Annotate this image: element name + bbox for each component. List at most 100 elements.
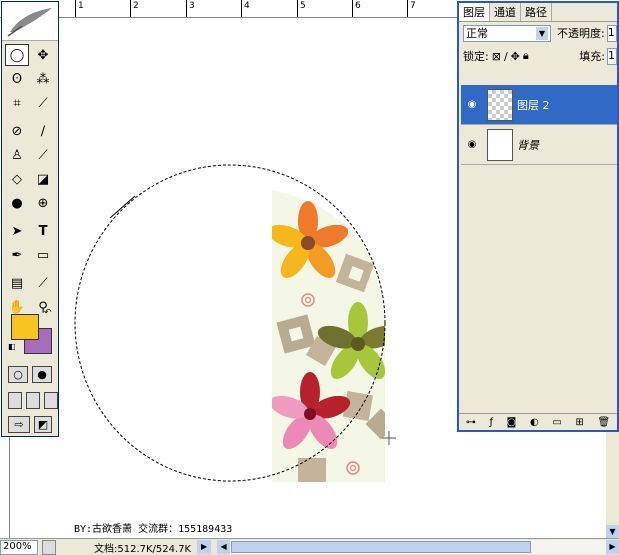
ruler-label: 1 <box>78 1 84 11</box>
eraser-icon[interactable]: ◇ <box>5 168 29 190</box>
dodge-icon[interactable]: ⊕ <box>31 192 55 214</box>
lock-all-icon[interactable]: 🔒︎ <box>523 49 529 63</box>
ruler-label: 4 <box>244 1 250 11</box>
ruler-label: 3 <box>189 1 195 11</box>
mask-mode-buttons: ○ ● <box>8 366 52 383</box>
screen-mode-buttons <box>8 392 58 409</box>
fill-label: 填充: <box>579 50 605 63</box>
panel-tabs: 图层 通道 路径 <box>459 3 617 22</box>
blend-mode-value: 正常 <box>466 27 488 40</box>
adjustment-layer-icon[interactable]: ◐ <box>530 417 539 428</box>
jump-buttons: ⇨ ◩ <box>8 416 52 433</box>
clone-stamp-icon[interactable]: ♙ <box>5 144 29 166</box>
rectangle-icon[interactable]: ▭ <box>31 244 55 266</box>
scroll-right-icon[interactable]: ▶ <box>606 540 619 554</box>
paint-bucket-icon[interactable]: ◪ <box>31 168 55 190</box>
default-colors-icon[interactable]: ◧ <box>8 342 16 351</box>
tab-channels[interactable]: 通道 <box>490 3 521 21</box>
new-layer-icon[interactable]: ⊞ <box>575 417 583 428</box>
lock-position-icon[interactable]: ✥ <box>511 50 520 63</box>
layer-style-icon[interactable]: ƒ <box>489 417 493 428</box>
tool-grid: ◯ ✥ ʘ ⁂ ⌗ ⟋ ⊘ ∕ ♙ ⟋ ◇ ◪ ● ⊕ ➤ T ✒ ▭ ▤ ⟋ … <box>5 44 57 320</box>
ruler-tick <box>186 0 187 17</box>
brush-icon[interactable]: ∕ <box>31 120 55 142</box>
scroll-down-icon[interactable]: ▼ <box>606 525 619 538</box>
history-brush-icon[interactable]: ⟋ <box>31 144 55 166</box>
credit-text: BY:古欲香萧 交流群：155189433 <box>74 524 233 535</box>
layers-panel: 图层 通道 路径 正常 ▼ 不透明度: 1 锁定: ⊠ ∕ ✥ 🔒︎ 填充: 1… <box>457 1 619 432</box>
ruler-tick <box>352 0 353 17</box>
type-icon[interactable]: T <box>31 220 55 242</box>
move-icon[interactable]: ✥ <box>31 44 55 66</box>
layer-row[interactable]: ◉ 图层 2 <box>461 85 617 125</box>
screen-mode-standard-button[interactable] <box>8 392 22 409</box>
screen-mode-full-menu-button[interactable] <box>26 392 40 409</box>
magic-wand-icon[interactable]: ⁂ <box>31 68 55 90</box>
status-bar: 200% 文档:512.7K/524.7K ▶ ◀ ▶ <box>0 538 619 555</box>
path-select-icon[interactable]: ➤ <box>5 220 29 242</box>
jump-extra-button[interactable]: ◩ <box>34 416 52 433</box>
layer-thumbnail <box>487 128 513 161</box>
lock-transparency-icon[interactable]: ⊠ <box>492 50 501 63</box>
link-layers-icon[interactable]: ⊶ <box>466 417 476 428</box>
blend-row: 正常 ▼ 不透明度: 1 <box>463 23 617 43</box>
crop-icon[interactable]: ⌗ <box>5 92 29 114</box>
chevron-down-icon: ▼ <box>536 26 548 40</box>
document-size-info: 文档:512.7K/524.7K <box>94 543 192 555</box>
ruler-tick <box>241 0 242 17</box>
new-group-icon[interactable]: ▭ <box>552 417 561 428</box>
lock-image-icon[interactable]: ∕ <box>504 50 508 63</box>
slice-icon[interactable]: ⟋ <box>31 92 55 114</box>
delete-layer-icon[interactable]: 🗑︎ <box>597 417 610 428</box>
horizontal-scrollbar[interactable]: ◀ ▶ <box>217 540 619 554</box>
layer-list: ◉ 图层 2 ◉ 背景 <box>461 85 617 165</box>
opacity-input[interactable]: 1 <box>606 24 617 42</box>
ruler-tick <box>75 0 76 17</box>
jump-to-imageready-button[interactable]: ⇨ <box>8 416 30 433</box>
toolbox-header[interactable] <box>2 2 58 41</box>
ruler-label: 7 <box>410 1 416 11</box>
eyedropper-icon[interactable]: ⟋ <box>31 272 55 294</box>
scroll-left-icon[interactable]: ◀ <box>217 540 231 554</box>
notes-icon[interactable]: ▤ <box>5 272 29 294</box>
layer-row[interactable]: ◉ 背景 <box>461 125 617 165</box>
lock-row: 锁定: ⊠ ∕ ✥ 🔒︎ 填充: 1 <box>463 47 617 65</box>
fill-input[interactable]: 1 <box>607 47 617 65</box>
ruler-label: 6 <box>355 1 361 11</box>
opacity-label: 不透明度: <box>557 27 605 40</box>
quick-mask-button[interactable]: ● <box>32 366 52 383</box>
eye-icon[interactable]: ◉ <box>461 139 483 150</box>
healing-brush-icon[interactable]: ⊘ <box>5 120 29 142</box>
ruler-label: 5 <box>300 1 306 11</box>
screen-mode-full-button[interactable] <box>44 392 58 409</box>
layer-thumbnail <box>487 88 513 121</box>
tools-palette: ◯ ✥ ʘ ⁂ ⌗ ⟋ ⊘ ∕ ♙ ⟋ ◇ ◪ ● ⊕ ➤ T ✒ ▭ ▤ ⟋ … <box>1 1 59 437</box>
pen-icon[interactable]: ✒ <box>5 244 29 266</box>
blend-mode-select[interactable]: 正常 ▼ <box>463 24 551 42</box>
feather-logo-icon <box>7 8 52 37</box>
ruler-tick <box>297 0 298 17</box>
zoom-menu-button[interactable] <box>42 539 56 555</box>
tab-paths[interactable]: 路径 <box>521 3 552 21</box>
standard-mode-button[interactable]: ○ <box>8 366 28 383</box>
eye-icon[interactable]: ◉ <box>461 99 483 110</box>
swap-colors-icon[interactable]: ↶ <box>44 308 52 318</box>
vertical-scrollbar[interactable]: ▼ <box>606 432 619 538</box>
ruler-tick <box>407 0 408 17</box>
zoom-field[interactable]: 200% <box>0 539 38 555</box>
tab-layers[interactable]: 图层 <box>459 3 490 21</box>
color-swatches: ↶ ◧ <box>8 308 54 356</box>
layer-mask-icon[interactable]: ◙ <box>507 417 517 428</box>
foreground-color-swatch[interactable] <box>11 314 39 340</box>
ruler-label: 2 <box>133 1 139 11</box>
lasso-icon[interactable]: ʘ <box>5 68 29 90</box>
chevron-right-icon[interactable]: ▶ <box>197 540 212 554</box>
marquee-ellipse-icon[interactable]: ◯ <box>5 44 29 66</box>
panel-bottom-toolbar: ⊶ ƒ ◙ ◐ ▭ ⊞ 🗑︎ <box>459 413 617 430</box>
blur-icon[interactable]: ● <box>5 192 29 214</box>
layer-name: 背景 <box>517 138 539 152</box>
lock-label: 锁定: <box>463 50 489 63</box>
flower-pattern-shape <box>272 190 385 482</box>
ruler-tick <box>130 0 131 17</box>
scroll-thumb[interactable] <box>231 541 532 553</box>
